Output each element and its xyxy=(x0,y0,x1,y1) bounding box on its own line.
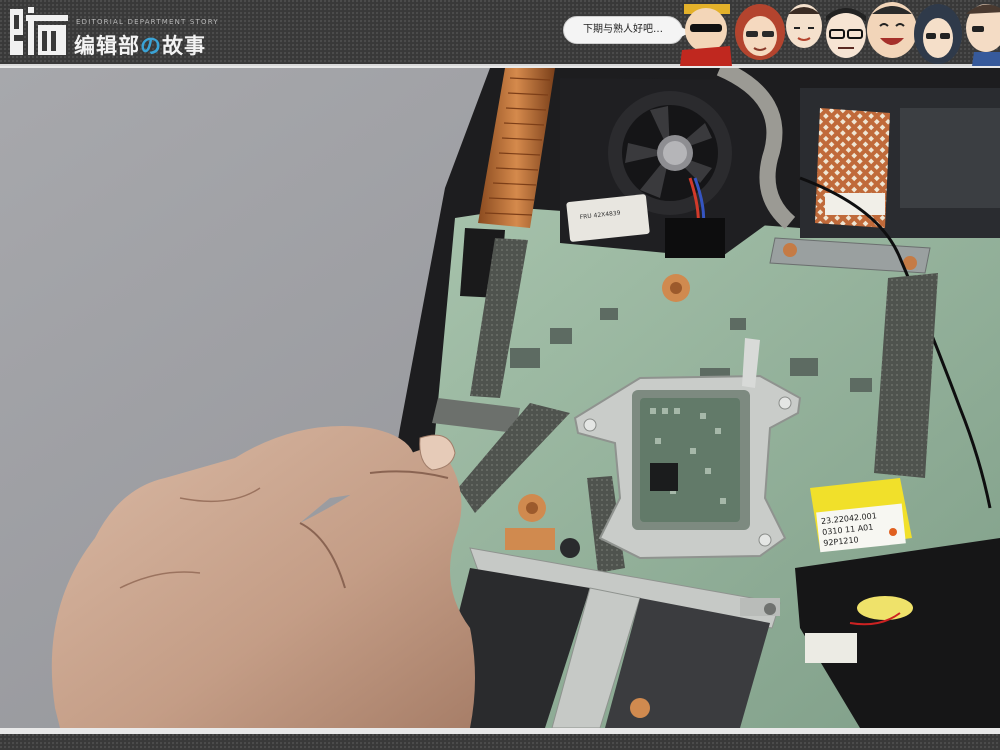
brand-subtitle: EDITORIAL DEPARTMENT STORY xyxy=(76,18,219,26)
logo-icon xyxy=(10,7,68,55)
character-3-icon xyxy=(786,4,822,48)
character-4-icon xyxy=(826,8,866,58)
brand-title-part1: 编辑部 xyxy=(74,34,140,58)
laptop-disassembly-photo: FRU 42X4839 23.22042.001 0310 11 A01 92P… xyxy=(0,68,1000,728)
speech-bubble: 下期与熟人好吧… xyxy=(563,16,691,44)
character-2-icon xyxy=(735,4,785,60)
brand-title-accent: の xyxy=(140,34,162,58)
character-5-icon xyxy=(867,2,917,58)
character-6-icon xyxy=(914,4,962,64)
characters-illustration xyxy=(680,2,1000,66)
character-1-icon xyxy=(680,4,732,66)
site-header: EDITORIAL DEPARTMENT STORY 编辑部の故事 下期与熟人好… xyxy=(0,0,1000,66)
brand-title-part2: 故事 xyxy=(162,34,206,58)
character-7-icon xyxy=(966,4,1000,66)
brand-title: 编辑部の故事 xyxy=(74,30,206,60)
site-footer xyxy=(0,728,1000,750)
